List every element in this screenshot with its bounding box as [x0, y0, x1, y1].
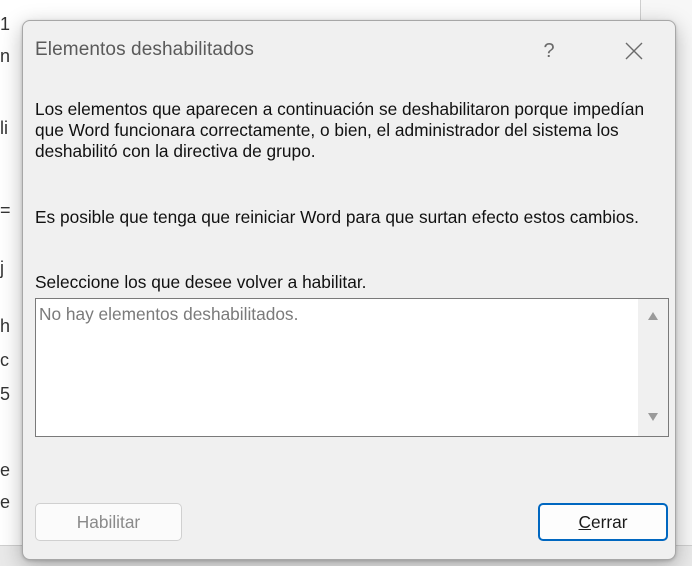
- disabled-items-dialog: Elementos deshabilitados ? Los elementos…: [22, 20, 676, 560]
- doc-glyph: c: [0, 350, 9, 370]
- list-scrollbar[interactable]: [638, 299, 668, 436]
- dialog-title: Elementos deshabilitados: [35, 39, 254, 60]
- enable-button[interactable]: Habilitar: [35, 503, 182, 541]
- help-button[interactable]: ?: [532, 35, 566, 67]
- triangle-down-icon[interactable]: [638, 406, 668, 430]
- doc-glyph: li: [0, 118, 8, 138]
- disabled-items-list[interactable]: No hay elementos deshabilitados.: [35, 298, 669, 437]
- document-edge-text: 1 n li = j h c 5 e e: [0, 0, 14, 565]
- doc-glyph: 1: [0, 14, 11, 34]
- close-icon[interactable]: [617, 35, 651, 67]
- close-button-label: errar: [590, 512, 628, 532]
- restart-note-text: Es posible que tenga que reiniciar Word …: [35, 207, 639, 227]
- doc-glyph: =: [0, 200, 11, 220]
- doc-glyph: 5: [0, 384, 11, 404]
- close-button-mnemonic: C: [578, 512, 591, 532]
- select-instruction-text: Seleccione los que desee volver a habili…: [35, 272, 367, 292]
- triangle-up-icon[interactable]: [638, 305, 668, 329]
- doc-glyph: j: [0, 258, 4, 278]
- doc-glyph: e: [0, 460, 11, 480]
- doc-glyph: h: [0, 316, 11, 336]
- doc-glyph: e: [0, 492, 11, 512]
- doc-glyph: n: [0, 46, 11, 66]
- close-button[interactable]: Cerrar: [538, 503, 668, 541]
- dialog-titlebar[interactable]: Elementos deshabilitados ?: [23, 21, 675, 81]
- empty-list-message: No hay elementos deshabilitados.: [39, 304, 299, 324]
- explanation-text: Los elementos que aparecen a continuació…: [35, 99, 645, 161]
